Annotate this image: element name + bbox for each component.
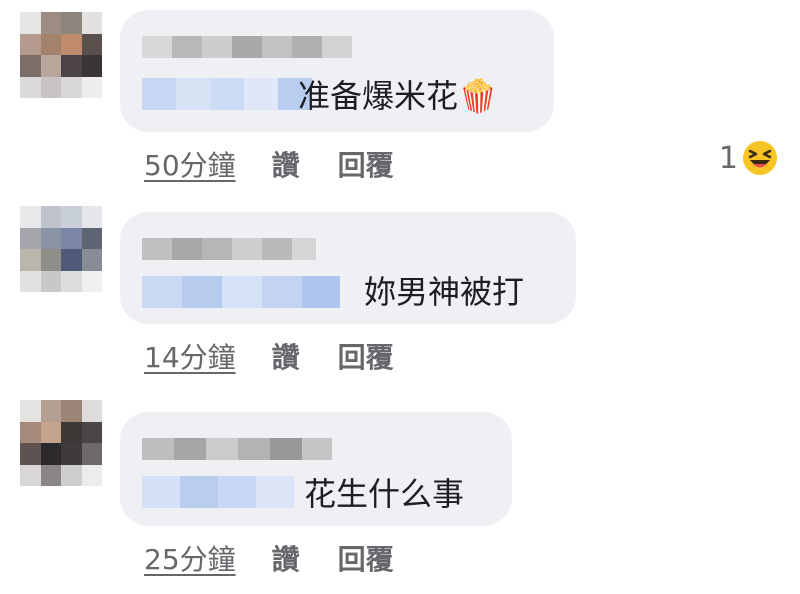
- avatar[interactable]: [20, 12, 102, 98]
- comment-bubble: 妳男神被打: [120, 212, 576, 324]
- comment-actions: 25分鐘 讚 回覆: [144, 538, 432, 578]
- laughing-squint-emoji-icon: [743, 141, 777, 175]
- reaction-count: 1: [718, 140, 738, 176]
- like-button[interactable]: 讚: [272, 336, 300, 376]
- timestamp-link[interactable]: 14分鐘: [144, 336, 236, 376]
- comment-actions: 50分鐘 讚 回覆: [144, 144, 432, 184]
- like-button[interactable]: 讚: [272, 538, 300, 578]
- commenter-name-blurred[interactable]: [142, 238, 316, 260]
- avatar[interactable]: [20, 400, 102, 486]
- like-button[interactable]: 讚: [272, 144, 300, 184]
- commenter-name-blurred[interactable]: [142, 36, 352, 58]
- comment-bubble: 花生什么事: [120, 412, 512, 526]
- timestamp-link[interactable]: 50分鐘: [144, 144, 236, 184]
- reaction-summary[interactable]: 1: [719, 140, 778, 176]
- avatar[interactable]: [20, 206, 102, 292]
- tagged-user-blurred[interactable]: [142, 78, 312, 110]
- comment-actions: 14分鐘 讚 回覆: [144, 336, 432, 376]
- reply-button[interactable]: 回覆: [338, 538, 394, 578]
- reply-button[interactable]: 回覆: [338, 144, 394, 184]
- comment-bubble: 准备爆米花🍿: [120, 10, 554, 132]
- timestamp-link[interactable]: 25分鐘: [144, 538, 236, 578]
- comment-text: 妳男神被打: [364, 273, 525, 311]
- tagged-user-blurred[interactable]: [142, 476, 294, 508]
- comment-text: 准备爆米花🍿: [298, 77, 498, 115]
- popcorn-icon: 🍿: [458, 77, 498, 115]
- comment-text: 花生什么事: [304, 475, 465, 513]
- commenter-name-blurred[interactable]: [142, 438, 332, 460]
- tagged-user-blurred[interactable]: [142, 276, 340, 308]
- reply-button[interactable]: 回覆: [338, 336, 394, 376]
